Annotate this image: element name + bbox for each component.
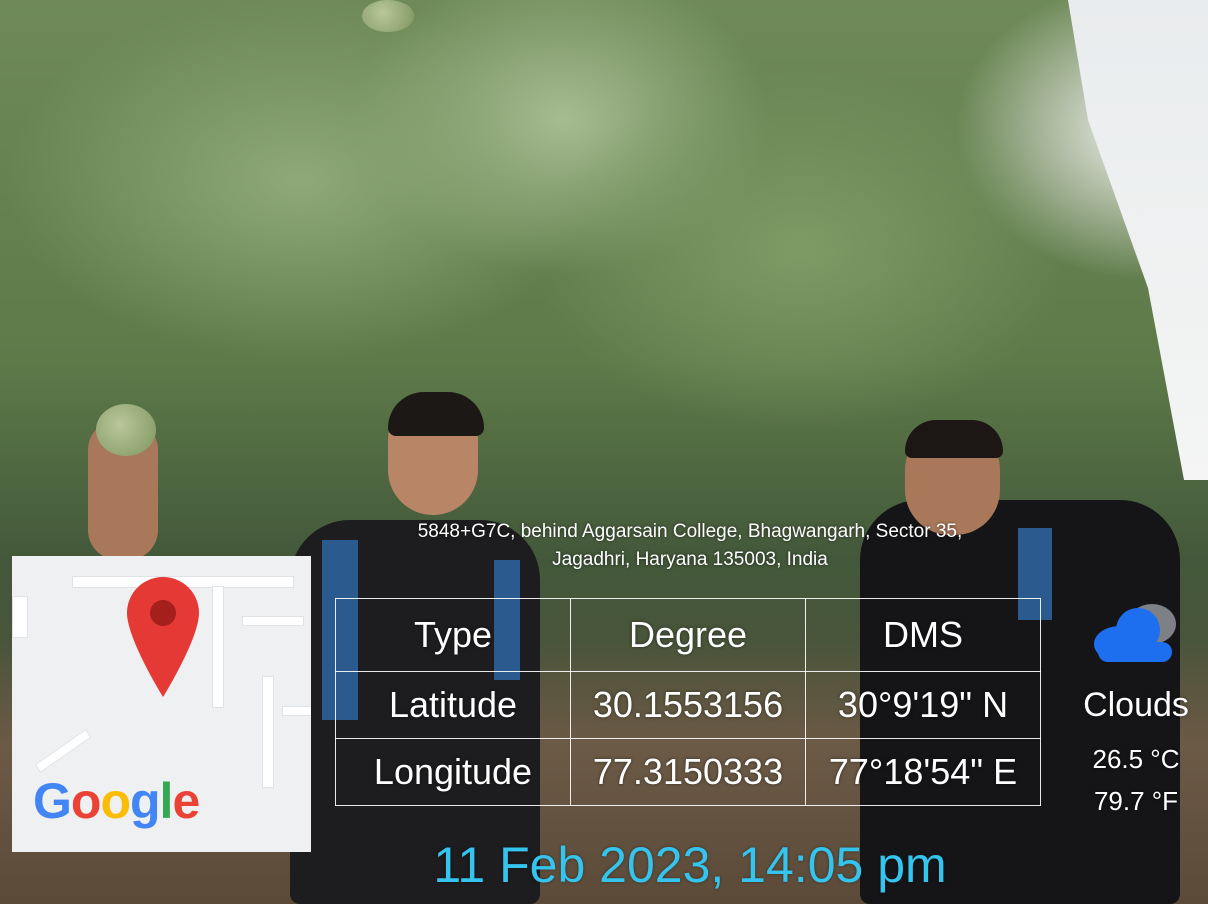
table-header-row: Type Degree DMS xyxy=(335,598,1041,672)
latitude-degree: 30.1553156 xyxy=(570,671,806,739)
person-left-hair xyxy=(388,392,484,436)
table-row-longitude: Longitude 77.3150333 77°18'54" E xyxy=(335,738,1041,806)
map-road xyxy=(262,676,274,788)
latitude-dms: 30°9'19" N xyxy=(805,671,1041,739)
held-fruit xyxy=(96,404,156,456)
map-road xyxy=(34,729,92,773)
longitude-degree: 77.3150333 xyxy=(570,738,806,806)
address-text: 5848+G7C, behind Aggarsain College, Bhag… xyxy=(330,518,1050,574)
person-right-hair xyxy=(905,420,1003,458)
cloud-icon xyxy=(1094,604,1176,662)
timestamp: 11 Feb 2023, 14:05 pm xyxy=(433,837,947,893)
map-road xyxy=(282,706,311,716)
longitude-label: Longitude xyxy=(335,738,571,806)
map-road xyxy=(212,586,224,708)
temperature-fahrenheit: 79.7 °F xyxy=(1093,786,1179,816)
address-line-2: Jagadhri, Haryana 135003, India xyxy=(552,549,828,570)
sky-area xyxy=(1068,0,1208,480)
fruit-top xyxy=(362,0,414,32)
weather-condition: Clouds xyxy=(1083,686,1189,724)
header-dms: DMS xyxy=(805,598,1041,672)
coordinates-table: Type Degree DMS Latitude 30.1553156 30°9… xyxy=(335,598,1041,806)
google-logo: Google xyxy=(33,773,200,829)
map-road xyxy=(242,616,304,626)
header-degree: Degree xyxy=(570,598,806,672)
latitude-label: Latitude xyxy=(335,671,571,739)
map-road xyxy=(12,596,28,638)
address-line-1: 5848+G7C, behind Aggarsain College, Bhag… xyxy=(417,521,963,542)
longitude-dms: 77°18'54" E xyxy=(805,738,1041,806)
header-type: Type xyxy=(335,598,571,672)
map-pin-icon xyxy=(127,577,199,697)
temperature-celsius: 26.5 °C xyxy=(1092,744,1180,774)
table-row-latitude: Latitude 30.1553156 30°9'19" N xyxy=(335,671,1041,739)
